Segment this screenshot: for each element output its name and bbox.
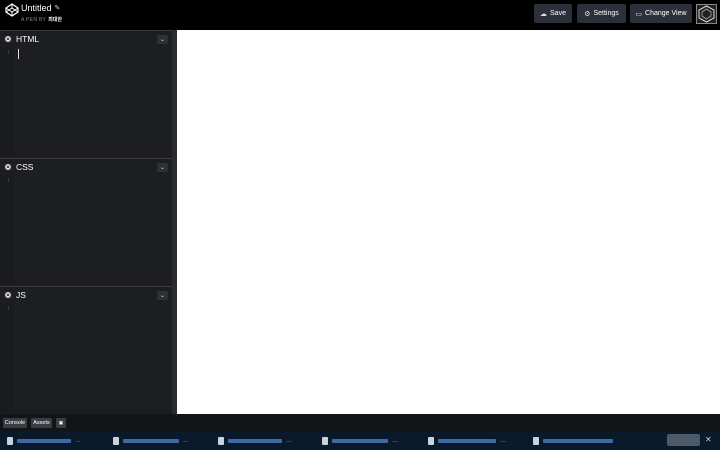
blurred-filename bbox=[332, 438, 388, 443]
html-editor-header: HTML ⌄ bbox=[0, 31, 172, 47]
css-editor[interactable]: CSS ⌄ 1 bbox=[0, 158, 172, 286]
more-icon[interactable]: … bbox=[500, 438, 506, 444]
more-icon[interactable]: … bbox=[75, 438, 81, 444]
download-item[interactable]: … bbox=[218, 435, 292, 446]
close-icon[interactable]: ✕ bbox=[705, 435, 712, 444]
blurred-button[interactable] bbox=[667, 434, 700, 446]
document-icon bbox=[7, 436, 13, 445]
gear-icon[interactable] bbox=[5, 292, 11, 298]
save-button[interactable]: ☁ Save bbox=[534, 4, 572, 23]
download-item[interactable]: … bbox=[322, 435, 398, 446]
document-icon bbox=[428, 436, 434, 445]
more-icon[interactable]: … bbox=[286, 438, 292, 444]
text-cursor bbox=[18, 49, 19, 59]
author-name[interactable]: 최대한 bbox=[48, 17, 62, 23]
gear-icon[interactable] bbox=[5, 164, 11, 170]
change-view-button[interactable]: ▭ Change View bbox=[630, 4, 692, 23]
document-icon bbox=[113, 436, 119, 445]
pen-title-row: Untitled ✎ bbox=[21, 3, 60, 13]
document-icon bbox=[218, 436, 224, 445]
html-editor-title: HTML bbox=[16, 34, 40, 44]
blurred-filename bbox=[228, 438, 282, 443]
codepen-logo-icon[interactable] bbox=[5, 3, 19, 17]
blurred-filename bbox=[123, 438, 179, 443]
js-editor-title: JS bbox=[16, 290, 26, 300]
line-number: 1 bbox=[7, 306, 10, 312]
cloud-icon: ☁ bbox=[540, 10, 548, 18]
gear-icon[interactable] bbox=[5, 36, 11, 42]
editor-footer: Console Assets ✖ bbox=[0, 414, 720, 431]
pen-title[interactable]: Untitled bbox=[21, 3, 52, 13]
pencil-icon[interactable]: ✎ bbox=[55, 4, 61, 12]
blurred-filename bbox=[438, 438, 496, 443]
line-number: 1 bbox=[7, 50, 10, 56]
avatar-image bbox=[698, 5, 715, 23]
close-icon[interactable]: ✖ bbox=[56, 418, 66, 428]
settings-button[interactable]: ⚙ Settings bbox=[577, 4, 626, 23]
html-editor[interactable]: HTML ⌄ 1 bbox=[0, 30, 172, 158]
line-gutter bbox=[0, 175, 14, 285]
change-view-label: Change View bbox=[645, 10, 687, 17]
line-gutter bbox=[0, 303, 14, 413]
pen-byline: A PEN BY 최대한 bbox=[21, 16, 62, 23]
document-icon bbox=[322, 436, 328, 445]
result-preview[interactable] bbox=[177, 30, 720, 414]
gear-icon: ⚙ bbox=[584, 10, 591, 18]
byline-prefix: A PEN BY bbox=[21, 17, 47, 23]
download-item[interactable]: … bbox=[428, 435, 506, 446]
top-header: Untitled ✎ A PEN BY 최대한 ☁ Save ⚙ Settings… bbox=[0, 0, 720, 28]
chevron-down-icon[interactable]: ⌄ bbox=[157, 35, 168, 44]
css-editor-header: CSS ⌄ bbox=[0, 159, 172, 175]
chevron-down-icon[interactable]: ⌄ bbox=[157, 291, 168, 300]
line-number: 1 bbox=[7, 178, 10, 184]
more-icon[interactable]: … bbox=[183, 438, 189, 444]
download-item[interactable]: … bbox=[7, 435, 81, 446]
assets-button[interactable]: Assets bbox=[31, 418, 52, 428]
layout-icon: ▭ bbox=[635, 10, 643, 18]
download-item[interactable]: … bbox=[113, 435, 189, 446]
settings-label: Settings bbox=[593, 10, 619, 17]
avatar[interactable] bbox=[696, 4, 717, 24]
css-editor-title: CSS bbox=[16, 162, 34, 172]
line-gutter bbox=[0, 47, 14, 157]
download-item[interactable] bbox=[533, 435, 613, 446]
js-editor[interactable]: JS ⌄ 1 bbox=[0, 286, 172, 414]
editor-column: HTML ⌄ 1 CSS ⌄ 1 JS ⌄ 1 bbox=[0, 30, 172, 414]
download-bar: … … … … … bbox=[0, 431, 720, 450]
more-icon[interactable]: … bbox=[392, 438, 398, 444]
blurred-filename bbox=[17, 438, 71, 443]
blurred-filename bbox=[543, 438, 613, 443]
js-editor-header: JS ⌄ bbox=[0, 287, 172, 303]
console-button[interactable]: Console bbox=[3, 418, 27, 428]
document-icon bbox=[533, 436, 539, 445]
save-label: Save bbox=[550, 10, 566, 17]
chevron-down-icon[interactable]: ⌄ bbox=[157, 163, 168, 172]
